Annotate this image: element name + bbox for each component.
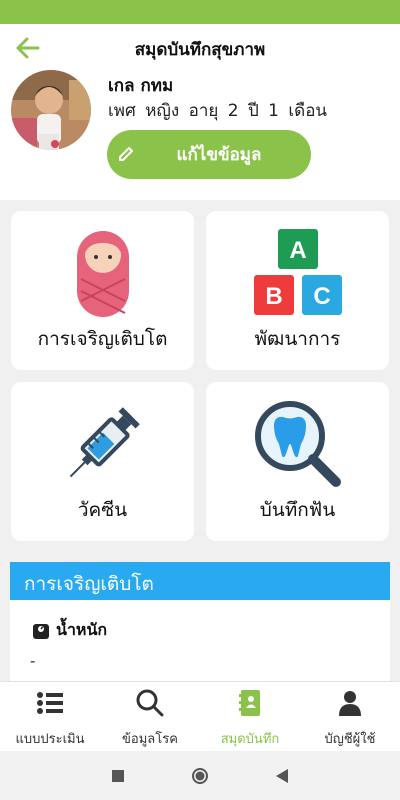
page-title: สมุดบันทึกสุขภาพ bbox=[134, 40, 266, 60]
system-nav-bar bbox=[0, 752, 400, 800]
vaccine-card-label: วัคซีน bbox=[77, 499, 128, 521]
home-button[interactable] bbox=[190, 766, 210, 786]
weight-row: น้ำหนัก bbox=[32, 618, 107, 643]
nav-notebook-label: สมุดบันทึก bbox=[220, 732, 280, 747]
abc-blocks-icon: A B C bbox=[253, 229, 342, 315]
weight-value: - bbox=[30, 652, 36, 670]
avatar[interactable] bbox=[11, 70, 91, 150]
nav-disease-info[interactable]: ข้อมูลโรค bbox=[100, 682, 200, 751]
tooth-magnifier-icon bbox=[254, 401, 341, 487]
nav-notebook[interactable]: สมุดบันทึก bbox=[200, 682, 300, 751]
block-letter-c: C bbox=[313, 283, 330, 310]
nav-account-label: บัญชีผู้ใช้ bbox=[324, 732, 376, 747]
child-name: เกล กทม bbox=[108, 76, 174, 96]
nav-disease-info-label: ข้อมูลโรค bbox=[122, 732, 178, 747]
growth-card[interactable]: การเจริญเติบโต bbox=[11, 211, 194, 370]
syringe-icon bbox=[69, 407, 140, 478]
user-icon bbox=[339, 691, 361, 716]
profile-header: สมุดบันทึกสุขภาพ เกล กทม เพศ หญิง อายุ 2… bbox=[0, 24, 400, 200]
back-system-button[interactable] bbox=[272, 766, 292, 786]
nav-assessment-label: แบบประเมิน bbox=[15, 732, 85, 747]
block-letter-b: B bbox=[265, 283, 282, 310]
square-icon bbox=[112, 770, 124, 782]
recent-apps-button[interactable] bbox=[108, 766, 128, 786]
dental-card-label: บันทึกฟัน bbox=[259, 499, 336, 521]
child-info: เพศ หญิง อายุ 2 ปี 1 เดือน bbox=[108, 101, 328, 121]
edit-profile-button[interactable]: แก้ไขข้อมูล bbox=[107, 130, 311, 179]
nav-assessment[interactable]: แบบประเมิน bbox=[0, 682, 100, 751]
triangle-back-icon bbox=[276, 769, 288, 783]
nav-account[interactable]: บัญชีผู้ใช้ bbox=[300, 682, 400, 751]
growth-section-title: การเจริญเติบโต bbox=[10, 562, 390, 600]
bottom-nav: แบบประเมิน ข้อมูลโรค สมุดบันทึก บัญชีผู้… bbox=[0, 681, 400, 751]
search-icon bbox=[136, 689, 164, 717]
list-icon bbox=[37, 692, 63, 714]
notebook-icon bbox=[239, 690, 260, 716]
development-card[interactable]: A B C พัฒนาการ bbox=[206, 211, 389, 370]
status-bar bbox=[0, 0, 400, 24]
pencil-icon bbox=[119, 147, 133, 161]
circle-icon bbox=[192, 768, 208, 784]
vaccine-card[interactable]: วัคซีน bbox=[11, 382, 194, 541]
child-photo bbox=[11, 70, 91, 150]
block-letter-a: A bbox=[289, 237, 306, 264]
dental-card[interactable]: บันทึกฟัน bbox=[206, 382, 389, 541]
swaddled-baby-icon bbox=[76, 231, 129, 317]
growth-card-label: การเจริญเติบโต bbox=[37, 328, 168, 350]
development-card-label: พัฒนาการ bbox=[254, 328, 341, 350]
weight-label: น้ำหนัก bbox=[56, 620, 108, 639]
scale-icon bbox=[33, 623, 49, 639]
edit-profile-label: แก้ไขข้อมูล bbox=[176, 145, 262, 165]
